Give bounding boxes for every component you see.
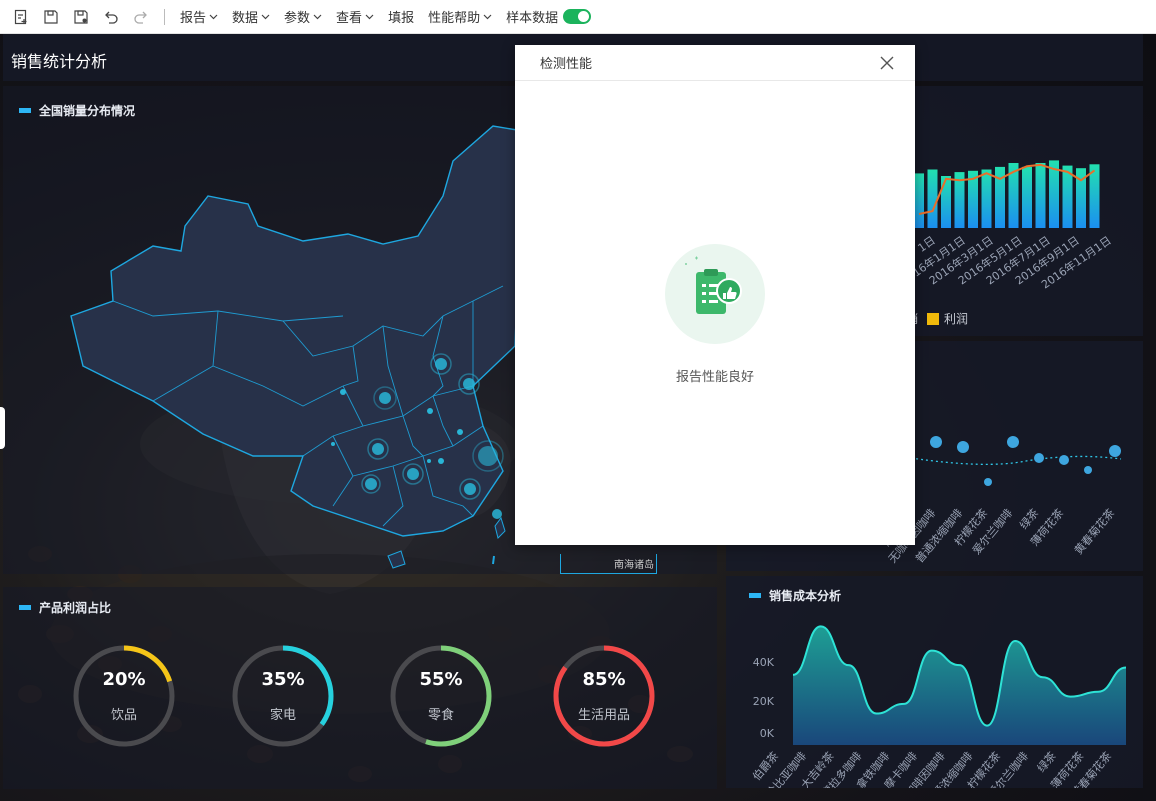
legend-profit-label: 利润: [944, 312, 969, 326]
ring-chart: [232, 645, 334, 747]
ring-label: 家电: [269, 708, 296, 723]
sample-data-label: 样本数据: [506, 11, 559, 26]
y-tick-label: 40K: [753, 656, 775, 669]
menu-data[interactable]: 数据: [232, 7, 270, 26]
ring-percent: 35%: [261, 669, 305, 690]
y-tick-label: 20K: [753, 695, 775, 708]
south-sea-dashes: [492, 555, 495, 565]
south-sea-inset: 南海诸岛: [560, 554, 657, 574]
map-outline: [70, 125, 524, 537]
cost-area-fill: [793, 626, 1126, 745]
dialog-message: 报告性能良好: [675, 370, 754, 385]
menu-report[interactable]: 报告: [180, 7, 218, 26]
x-tick-label: 黄春菊花茶: [1071, 506, 1117, 557]
sales-bar: [914, 173, 924, 228]
menu-label: 性能帮助: [428, 11, 481, 26]
chevron-down-icon: [365, 14, 374, 19]
trend-dashed-line: [910, 455, 1122, 465]
toolbar: 报告 数据 参数 查看 填报 性能帮助 样本数据: [0, 0, 1156, 34]
save-as-icon[interactable]: [70, 6, 92, 28]
ring-chart: [553, 645, 655, 747]
ring-label: 生活用品: [577, 708, 630, 723]
sales-bar: [981, 169, 992, 228]
profit-share-panel: 产品利润占比 20% 饮品 35% 家电 55% 零食 85% 生活用品: [3, 587, 717, 789]
new-report-icon[interactable]: [10, 6, 32, 28]
menu-fill[interactable]: 填报: [388, 7, 414, 26]
menu-perf-help[interactable]: 性能帮助: [428, 7, 492, 26]
chevron-down-icon: [209, 14, 218, 19]
page-title: 销售统计分析: [11, 52, 108, 71]
menu-params[interactable]: 参数: [284, 7, 322, 26]
sales-bar: [941, 176, 951, 228]
taiwan-island: [494, 516, 506, 539]
title-bar-marker: [19, 605, 31, 610]
dialog-header: 检测性能: [515, 45, 915, 81]
dialog-title: 检测性能: [540, 57, 593, 72]
menu-label: 查看: [336, 11, 363, 26]
sales-bar: [1022, 166, 1032, 228]
profit-share-title: 产品利润占比: [19, 599, 111, 616]
performance-check-dialog: 检测性能 报告性能良好: [515, 45, 915, 545]
ring-percent: 55%: [419, 669, 463, 690]
profit-ring: 55% 零食: [386, 641, 496, 751]
ring-chart: [390, 645, 492, 747]
profit-ring: 35% 家电: [228, 641, 338, 751]
profit-ring: 85% 生活用品: [549, 641, 659, 751]
menu-label: 报告: [180, 11, 207, 26]
save-icon[interactable]: [40, 6, 62, 28]
ring-percent: 20%: [102, 669, 146, 690]
toolbar-separator: [164, 8, 165, 25]
menu-view[interactable]: 查看: [336, 7, 374, 26]
x-tick-label: 绿茶: [1034, 749, 1059, 775]
ring-label: 零食: [427, 708, 454, 723]
side-drawer-handle[interactable]: [0, 407, 5, 449]
chevron-down-icon: [261, 14, 270, 19]
south-sea-inset-label: 南海诸岛: [614, 560, 654, 571]
ring-label: 饮品: [110, 708, 137, 723]
redo-icon[interactable]: [130, 6, 152, 28]
ring-percent: 85%: [582, 669, 626, 690]
cost-analysis-panel: 销售成本分析 40K 20K 0K 伯爵茶 哥伦比亚咖啡 大吉岭茶 安摩拉多咖啡 拿铁咖啡摩…: [726, 576, 1143, 788]
sales-bar: [1035, 163, 1046, 228]
close-icon[interactable]: [879, 55, 895, 71]
hainan-island: [387, 550, 406, 569]
legend-profit-swatch: [927, 312, 940, 325]
menu-label: 填报: [388, 11, 415, 26]
sample-data-toggle[interactable]: [563, 9, 592, 24]
report-good-icon: [665, 244, 765, 344]
y-tick-label: 0K: [760, 727, 775, 740]
undo-icon[interactable]: [100, 6, 122, 28]
dashboard: 销售统计分析 全国销量分布情况 南海诸岛 1日 2016年1月1日 2016年3…: [0, 34, 1156, 801]
chevron-down-icon: [483, 14, 492, 19]
chevron-down-icon: [313, 14, 322, 19]
sample-data-switch[interactable]: 样本数据: [506, 7, 592, 26]
sales-bar: [927, 169, 938, 228]
sales-trend-legend: 销 利润: [906, 310, 968, 327]
menu-label: 数据: [232, 11, 259, 26]
profit-ring: 20% 饮品: [69, 641, 179, 751]
cost-area-chart: 40K20K0K 伯爵茶哥伦比亚咖啡大吉岭茶安摩拉多咖啡拿铁咖啡摩卡咖啡无咖啡因…: [749, 625, 1127, 788]
menu-label: 参数: [284, 11, 311, 26]
ring-chart: [73, 645, 175, 747]
profit-share-title-text: 产品利润占比: [39, 601, 112, 615]
